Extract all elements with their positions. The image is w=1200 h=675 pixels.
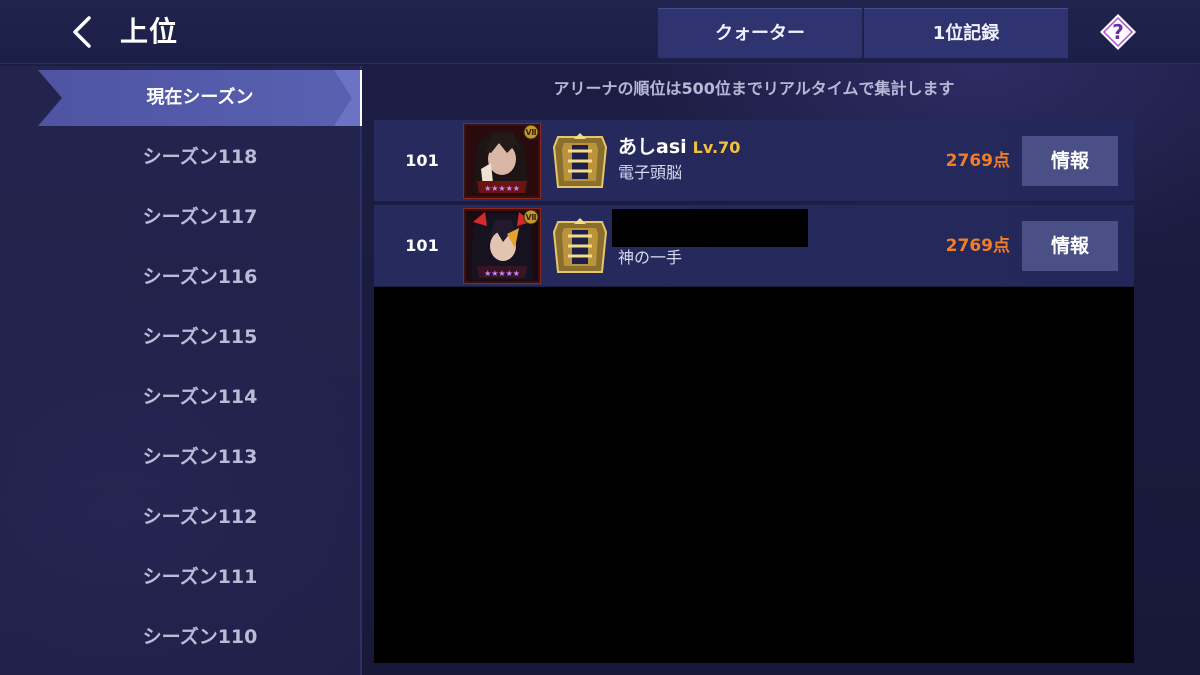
redacted-area	[374, 287, 1134, 663]
ranking-row[interactable]: 101 ★★★★★ Ⅶ 神の一手 2769点 情報	[374, 205, 1134, 287]
ranking-notice: アリーナの順位は500位までリアルタイムで集計します	[553, 79, 955, 98]
sidebar-item-season-115[interactable]: シーズン115	[0, 317, 400, 357]
svg-text:★★★★★: ★★★★★	[484, 269, 520, 278]
guild-name: 電子頭脳	[618, 163, 683, 182]
arena-points: 2769点	[945, 236, 1010, 256]
svg-text:★★★★★: ★★★★★	[484, 184, 520, 193]
sidebar-item-season-117[interactable]: シーズン117	[0, 197, 400, 237]
page-title: 上位	[120, 15, 179, 48]
help-button[interactable]: ?	[1098, 12, 1138, 52]
hero-portrait-icon[interactable]: ★★★★★ Ⅶ	[463, 123, 541, 199]
sidebar-item-current-season[interactable]: 現在シーズン	[0, 70, 362, 126]
sidebar-item-season-113[interactable]: シーズン113	[0, 437, 400, 477]
info-button[interactable]: 情報	[1022, 136, 1118, 186]
sidebar-item-season-111[interactable]: シーズン111	[0, 557, 400, 597]
redacted-player-name	[612, 209, 808, 247]
hero-portrait-icon[interactable]: ★★★★★ Ⅶ	[463, 208, 541, 284]
rank-number: 101	[405, 151, 439, 170]
player-name: あしasi Lv.70	[618, 134, 740, 160]
sidebar-item-season-116[interactable]: シーズン116	[0, 257, 400, 297]
svg-text:Ⅶ: Ⅶ	[525, 213, 536, 222]
season-sidebar: 現在シーズン シーズン118 シーズン117 シーズン116 シーズン115 シ…	[0, 66, 362, 675]
player-name-text: あしasi	[618, 136, 687, 158]
svg-text:?: ?	[1112, 20, 1124, 44]
tab-first-place-record[interactable]: 1位記録	[864, 8, 1068, 58]
question-diamond-icon: ?	[1100, 14, 1136, 50]
player-level: Lv.70	[692, 138, 741, 157]
svg-text:Ⅶ: Ⅶ	[525, 128, 536, 137]
sidebar-item-label: 現在シーズン	[146, 87, 254, 108]
sidebar-item-season-118[interactable]: シーズン118	[0, 137, 400, 177]
info-button[interactable]: 情報	[1022, 221, 1118, 271]
rank-emblem-icon	[552, 133, 608, 188]
sidebar-item-season-114[interactable]: シーズン114	[0, 377, 400, 417]
rank-number: 101	[405, 236, 439, 255]
ranking-row[interactable]: 101 ★★★★★ Ⅶ あしasi Lv.70 電子頭脳 2769点 情報	[374, 120, 1134, 202]
guild-name: 神の一手	[618, 248, 683, 267]
rank-emblem-icon	[552, 218, 608, 273]
top-bar: 上位 クォーター 1位記録 ?	[0, 0, 1200, 64]
tab-quarter[interactable]: クォーター	[658, 8, 862, 58]
chevron-left-icon	[73, 16, 91, 48]
arena-points: 2769点	[945, 151, 1010, 171]
sidebar-item-season-112[interactable]: シーズン112	[0, 497, 400, 537]
back-button[interactable]	[64, 12, 104, 52]
sidebar-item-season-110[interactable]: シーズン110	[0, 617, 400, 657]
